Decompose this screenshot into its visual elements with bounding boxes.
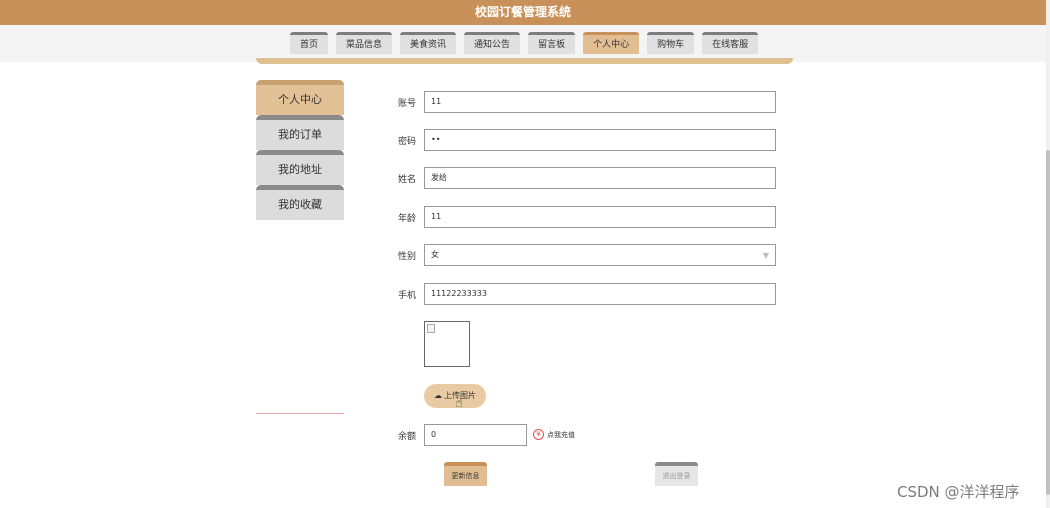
logout-button[interactable]: 退出登录 (655, 462, 698, 486)
account-label: 账号 (398, 98, 417, 109)
yen-icon: ¥ (533, 429, 544, 440)
name-row: 姓名 发给 (398, 167, 776, 189)
phone-label: 手机 (398, 290, 417, 301)
recharge-link[interactable]: ¥ 点我充值 (533, 429, 575, 440)
app-title: 校园订餐管理系统 (474, 5, 571, 19)
main-nav: 首页 菜品信息 美食资讯 通知公告 留言板 个人中心 购物车 在线客服 (290, 32, 759, 54)
age-input[interactable]: 11 (424, 206, 776, 228)
password-label: 密码 (398, 136, 417, 147)
nav-personal-center[interactable]: 个人中心 (583, 32, 640, 54)
sidebar-item-personal-center[interactable]: 个人中心 (256, 80, 344, 115)
account-input[interactable]: 11 (424, 91, 776, 113)
avatar-preview (424, 321, 470, 367)
name-input[interactable]: 发给 (424, 167, 776, 189)
gender-row: 性别 女 ▼ (398, 244, 776, 266)
phone-input[interactable]: 11122233333 (424, 283, 776, 305)
balance-input[interactable]: 0 (424, 424, 527, 446)
nav-notices[interactable]: 通知公告 (464, 32, 521, 54)
gender-select[interactable]: 女 ▼ (424, 244, 776, 266)
hand-cursor-icon: ☝ (455, 396, 463, 411)
broken-image-icon (427, 324, 435, 333)
nav-food-news[interactable]: 美食资讯 (400, 32, 457, 54)
nav-underline (256, 58, 793, 64)
nav-home[interactable]: 首页 (290, 32, 329, 54)
nav-message-board[interactable]: 留言板 (528, 32, 576, 54)
scrollbar-thumb[interactable] (1046, 150, 1050, 495)
sidebar: 个人中心 我的订单 我的地址 我的收藏 (256, 80, 344, 220)
gender-label: 性别 (398, 251, 417, 262)
recharge-label: 点我充值 (547, 430, 575, 439)
password-row: 密码 •• (398, 129, 776, 151)
account-row: 账号 11 (398, 91, 776, 113)
phone-row: 手机 11122233333 (398, 283, 776, 305)
age-label: 年龄 (398, 213, 417, 224)
watermark: CSDN @洋洋程序 (897, 483, 1020, 501)
nav-dishes[interactable]: 菜品信息 (336, 32, 393, 54)
sidebar-item-orders[interactable]: 我的订单 (256, 115, 344, 150)
name-label: 姓名 (398, 174, 417, 185)
balance-row: 余额 0 (398, 424, 527, 446)
app-header: 校园订餐管理系统 (0, 0, 1046, 25)
cloud-upload-icon: ☁ (434, 391, 442, 400)
balance-label: 余额 (398, 431, 417, 442)
sidebar-divider (256, 413, 344, 414)
age-row: 年龄 11 (398, 206, 776, 228)
sidebar-item-address[interactable]: 我的地址 (256, 150, 344, 185)
chevron-down-icon: ▼ (762, 251, 769, 260)
nav-online-service[interactable]: 在线客服 (702, 32, 759, 54)
password-input[interactable]: •• (424, 129, 776, 151)
gender-value: 女 (431, 250, 439, 259)
sidebar-item-favorites[interactable]: 我的收藏 (256, 185, 344, 220)
nav-cart[interactable]: 购物车 (647, 32, 695, 54)
update-info-button[interactable]: 更新信息 (444, 462, 487, 486)
